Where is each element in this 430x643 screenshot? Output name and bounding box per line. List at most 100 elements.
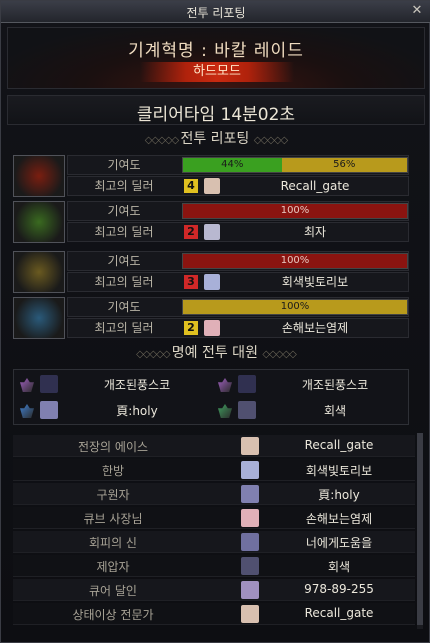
honor-party-heading: ◇◇◇◇◇ 명예 전투 대원 ◇◇◇◇◇ — [7, 343, 425, 363]
dealer-name: 회색빛토리보 — [281, 275, 349, 289]
honor-member: 頁:holy — [14, 398, 210, 424]
honor-member: 개조된풍스코 — [14, 372, 210, 398]
honor-member: 회색 — [212, 398, 408, 424]
title-bar[interactable]: 전투 리포팅 ✕ — [1, 1, 430, 23]
top-dealer: 2 최자 — [182, 223, 408, 241]
class-icon — [218, 378, 232, 392]
award-row: 큐브 사장님 손해보는염제 — [13, 507, 415, 529]
avatar — [241, 533, 259, 551]
avatar — [204, 274, 220, 290]
member-name: 개조된풍스코 — [301, 378, 369, 392]
battle-report-heading: ◇◇◇◇◇ 전투 리포팅 ◇◇◇◇◇ — [7, 129, 425, 149]
award-row: 회피의 신 너에게도움을 — [13, 531, 415, 553]
dealer-rank-icon: 2 — [184, 321, 198, 335]
contribution-segment: 100% — [183, 300, 407, 314]
top-dealer: 4 Recall_gate — [182, 177, 408, 195]
party-block: 기여도 100% 최고의 딜러 2 손해보는염제 — [13, 297, 409, 339]
avatar — [241, 557, 259, 575]
top-dealer-label: 최고의 딜러 — [94, 275, 154, 289]
top-dealer: 3 회색빛토리보 — [182, 273, 408, 291]
party-block: 기여도 100% 최고의 딜러 2 최자 — [13, 201, 409, 243]
avatar — [241, 605, 259, 623]
contribution-bar: 100% — [182, 203, 408, 219]
award-title: 회피의 신 — [89, 536, 137, 550]
top-dealer-label: 최고의 딜러 — [94, 321, 154, 335]
avatar — [204, 224, 220, 240]
battle-report-title: 전투 리포팅 — [180, 131, 250, 147]
award-player-name: 회색빛토리보 — [305, 464, 373, 478]
close-icon[interactable]: ✕ — [409, 3, 425, 19]
award-row: 한방 회색빛토리보 — [13, 459, 415, 481]
award-title: 전장의 에이스 — [77, 440, 149, 454]
award-row: 구원자 頁:holy — [13, 483, 415, 505]
heading-ornament-icon: ◇◇◇◇◇ — [262, 349, 296, 360]
dealer-name: 손해보는염제 — [281, 321, 349, 335]
award-player-name: 頁:holy — [318, 488, 360, 502]
honor-member: 개조된풍스코 — [212, 372, 408, 398]
heading-ornament-icon: ◇◇◇◇◇ — [136, 349, 172, 360]
dealer-name: 최자 — [303, 225, 327, 239]
award-player-name: 회색 — [327, 560, 351, 574]
top-dealer-row: 최고의 딜러 2 최자 — [67, 222, 409, 242]
top-dealer-row: 최고의 딜러 4 Recall_gate — [67, 176, 409, 196]
difficulty-badge: 하드모드 — [140, 62, 294, 82]
honor-party-box: 개조된풍스코 개조된풍스코 頁:holy 회색 — [13, 369, 409, 425]
avatar — [40, 375, 58, 393]
member-name: 개조된풍스코 — [103, 378, 171, 392]
clear-time-bar: 클리어타임 14분02초 — [7, 95, 425, 125]
contribution-label: 기여도 — [107, 300, 141, 314]
heading-ornament-icon: ◇◇◇◇◇ — [144, 135, 181, 146]
top-dealer-label: 최고의 딜러 — [94, 225, 154, 239]
party-block: 기여도 100% 최고의 딜러 3 회색빛토리보 — [13, 251, 409, 293]
contribution-bar: 100% — [182, 253, 408, 269]
award-title: 제압자 — [96, 560, 130, 574]
party-block: 기여도 44% 56% 최고의 딜러 4 Recall_gate — [13, 155, 409, 197]
contribution-row: 기여도 44% 56% — [67, 155, 409, 175]
award-player-name: Recall_gate — [304, 438, 374, 452]
dealer-name: Recall_gate — [280, 179, 350, 193]
dealer-rank-icon: 4 — [184, 179, 198, 193]
raid-name: 기계혁명 : 바칼 레이드 — [128, 41, 304, 61]
contribution-segment: 44% — [183, 158, 282, 172]
class-icon — [218, 404, 232, 418]
class-icon — [20, 404, 34, 418]
contribution-row: 기여도 100% — [67, 297, 409, 317]
party-portrait — [13, 297, 65, 339]
award-row: 상태이상 전문가 Recall_gate — [13, 603, 415, 625]
award-row: 큐어 달인 978-89-255 — [13, 579, 415, 601]
battle-report-window: 전투 리포팅 ✕ 기계혁명 : 바칼 레이드 하드모드 클리어타임 14분02초… — [0, 0, 430, 643]
contribution-row: 기여도 100% — [67, 251, 409, 271]
top-dealer-row: 최고의 딜러 3 회색빛토리보 — [67, 272, 409, 292]
award-player-name: 너에게도움을 — [305, 536, 373, 550]
avatar — [40, 401, 58, 419]
heading-ornament-icon: ◇◇◇◇◇ — [253, 135, 288, 146]
contribution-label: 기여도 — [107, 254, 141, 268]
contribution-segment: 100% — [183, 204, 407, 218]
award-player-name: 손해보는염제 — [305, 512, 373, 526]
contribution-bar: 44% 56% — [182, 157, 408, 173]
contribution-label: 기여도 — [107, 158, 141, 172]
scrollbar-thumb[interactable] — [417, 433, 423, 625]
party-portrait — [13, 251, 65, 293]
award-scrollbar[interactable] — [417, 433, 423, 629]
contribution-label: 기여도 — [107, 204, 141, 218]
member-name: 회색 — [323, 404, 347, 418]
award-title: 큐브 사장님 — [83, 512, 143, 526]
avatar — [238, 401, 256, 419]
avatar — [241, 461, 259, 479]
award-player-name: Recall_gate — [304, 606, 374, 620]
award-row: 전장의 에이스 Recall_gate — [13, 435, 415, 457]
class-icon — [20, 378, 34, 392]
award-list: 전장의 에이스 Recall_gate 한방 회색빛토리보 구원자 頁:holy 큐브 사장… — [13, 435, 415, 627]
avatar — [241, 485, 259, 503]
dealer-rank-icon: 2 — [184, 225, 198, 239]
contribution-bar: 100% — [182, 299, 408, 315]
award-title: 큐어 달인 — [89, 584, 137, 598]
party-portrait — [13, 201, 65, 243]
dealer-rank-icon: 3 — [184, 275, 198, 289]
window-title: 전투 리포팅 — [186, 6, 246, 20]
party-portrait — [13, 155, 65, 197]
award-row: 제압자 회색 — [13, 555, 415, 577]
award-title: 한방 — [101, 464, 125, 478]
member-name: 頁:holy — [116, 404, 158, 418]
